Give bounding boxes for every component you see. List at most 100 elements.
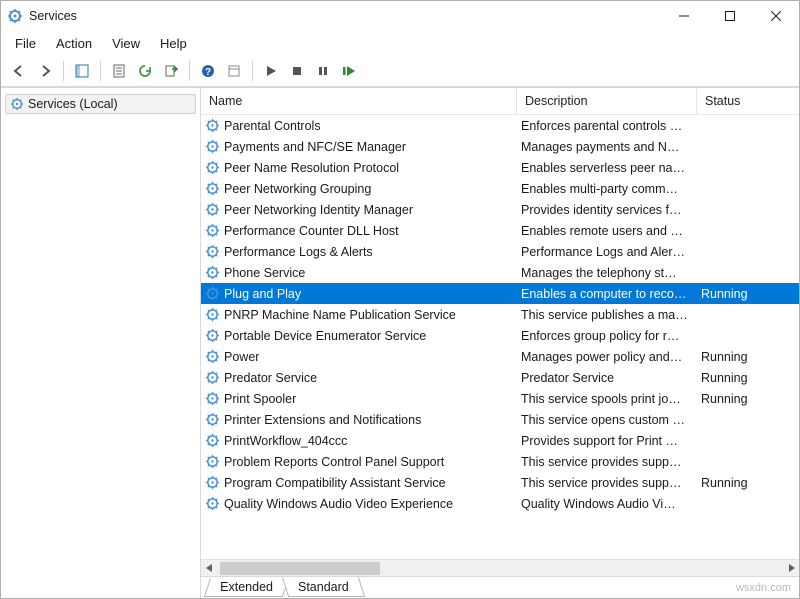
services-list[interactable]: Name Description Status Parental Control… [201, 88, 799, 559]
properties-button[interactable] [107, 60, 131, 82]
service-name: Peer Networking Grouping [224, 182, 371, 196]
scrollbar-thumb[interactable] [220, 562, 380, 575]
gear-icon [205, 286, 220, 301]
start-service-button[interactable] [259, 60, 283, 82]
tree-node-services-local[interactable]: Services (Local) [5, 94, 196, 114]
menu-file[interactable]: File [5, 33, 46, 54]
toolbar-separator [63, 61, 64, 81]
service-row[interactable]: Peer Name Resolution ProtocolEnables ser… [201, 157, 799, 178]
toolbar-separator [189, 61, 190, 81]
tree-node-label: Services (Local) [28, 97, 118, 111]
service-name: Payments and NFC/SE Manager [224, 140, 406, 154]
show-hide-tree-button[interactable] [70, 60, 94, 82]
service-name: Phone Service [224, 266, 305, 280]
service-description: Enables remote users and … [517, 224, 697, 238]
help-button[interactable]: ? [196, 60, 220, 82]
service-name: Peer Name Resolution Protocol [224, 161, 399, 175]
gear-icon [205, 160, 220, 175]
gear-icon [205, 265, 220, 280]
service-description: Enables multi-party comm… [517, 182, 697, 196]
service-description: Enforces parental controls … [517, 119, 697, 133]
minimize-button[interactable] [661, 1, 707, 31]
close-button[interactable] [753, 1, 799, 31]
service-row[interactable]: Portable Device Enumerator ServiceEnforc… [201, 325, 799, 346]
service-name: PrintWorkflow_404ccc [224, 434, 347, 448]
service-description: This service publishes a ma… [517, 308, 697, 322]
column-headers: Name Description Status [201, 88, 799, 115]
service-row[interactable]: Program Compatibility Assistant ServiceT… [201, 472, 799, 493]
restart-service-button[interactable] [337, 60, 361, 82]
scrollbar-track[interactable] [218, 560, 782, 577]
gear-icon [10, 97, 24, 111]
service-description: This service provides supp… [517, 476, 697, 490]
gear-icon [205, 181, 220, 196]
menu-action[interactable]: Action [46, 33, 102, 54]
window-title: Services [29, 9, 661, 23]
service-description: Manages the telephony st… [517, 266, 697, 280]
toolbar: ? [1, 56, 799, 87]
refresh-button[interactable] [133, 60, 157, 82]
service-row[interactable]: Peer Networking Grouping Enables multi-pa… [201, 178, 799, 199]
column-header-description[interactable]: Description [517, 88, 697, 114]
maximize-button[interactable] [707, 1, 753, 31]
tab-standard[interactable]: Standard [282, 577, 365, 597]
forward-button[interactable] [33, 60, 57, 82]
gear-icon [205, 307, 220, 322]
service-status: Running [697, 392, 767, 406]
service-row[interactable]: PowerManages power policy and…Running [201, 346, 799, 367]
export-button[interactable] [159, 60, 183, 82]
service-name: Predator Service [224, 371, 317, 385]
back-button[interactable] [7, 60, 31, 82]
column-header-status[interactable]: Status [697, 88, 767, 114]
service-description: This service spools print jo… [517, 392, 697, 406]
service-row[interactable]: PrintWorkflow_404ccc Provides support for… [201, 430, 799, 451]
service-name: Problem Reports Control Panel Support [224, 455, 444, 469]
service-row[interactable]: Printer Extensions and NotificationsThis… [201, 409, 799, 430]
window: Services File Action View Help ? [0, 0, 800, 599]
pause-service-button[interactable] [311, 60, 335, 82]
service-description: Enforces group policy for r… [517, 329, 697, 343]
scroll-left-button[interactable] [201, 560, 218, 577]
service-status: Running [697, 476, 767, 490]
gear-icon [205, 412, 220, 427]
service-row[interactable]: Performance Counter DLL HostEnables remo… [201, 220, 799, 241]
service-name: Performance Logs & Alerts [224, 245, 373, 259]
service-status: Running [697, 371, 767, 385]
toolbar-separator [100, 61, 101, 81]
service-name: Quality Windows Audio Video Experience [224, 497, 453, 511]
toolbar-separator [252, 61, 253, 81]
body: Services (Local) Name Description Status… [1, 87, 799, 598]
service-row[interactable]: Performance Logs & AlertsPerformance Log… [201, 241, 799, 262]
service-description: Provides support for Print … [517, 434, 697, 448]
service-row[interactable]: Plug and PlayEnables a computer to reco…… [201, 283, 799, 304]
service-row[interactable]: PNRP Machine Name Publication Service Thi… [201, 304, 799, 325]
service-description: Provides identity services f… [517, 203, 697, 217]
service-row[interactable]: Phone Service Manages the telephony st… [201, 262, 799, 283]
gear-icon [205, 370, 220, 385]
menu-help[interactable]: Help [150, 33, 197, 54]
service-description: Predator Service [517, 371, 697, 385]
column-header-name[interactable]: Name [201, 88, 517, 114]
service-status: Running [697, 287, 767, 301]
service-row[interactable]: Predator ServicePredator ServiceRunning [201, 367, 799, 388]
service-row[interactable]: Problem Reports Control Panel SupportThi… [201, 451, 799, 472]
scroll-right-button[interactable] [782, 560, 799, 577]
help-topic-button[interactable] [222, 60, 246, 82]
service-row[interactable]: Quality Windows Audio Video ExperienceQu… [201, 493, 799, 514]
stop-service-button[interactable] [285, 60, 309, 82]
gear-icon [205, 475, 220, 490]
menu-view[interactable]: View [102, 33, 150, 54]
scope-tree[interactable]: Services (Local) [1, 88, 201, 598]
service-row[interactable]: Payments and NFC/SE ManagerManages payme… [201, 136, 799, 157]
gear-icon [205, 244, 220, 259]
service-row[interactable]: Peer Networking Identity Manager Provides… [201, 199, 799, 220]
service-name: PNRP Machine Name Publication Service [224, 308, 456, 322]
service-row[interactable]: Parental ControlsEnforces parental contr… [201, 115, 799, 136]
service-name: Peer Networking Identity Manager [224, 203, 413, 217]
tab-extended[interactable]: Extended [204, 578, 289, 597]
gear-icon [205, 433, 220, 448]
gear-icon [205, 328, 220, 343]
service-name: Plug and Play [224, 287, 301, 301]
horizontal-scrollbar[interactable] [201, 559, 799, 576]
service-row[interactable]: Print SpoolerThis service spools print j… [201, 388, 799, 409]
